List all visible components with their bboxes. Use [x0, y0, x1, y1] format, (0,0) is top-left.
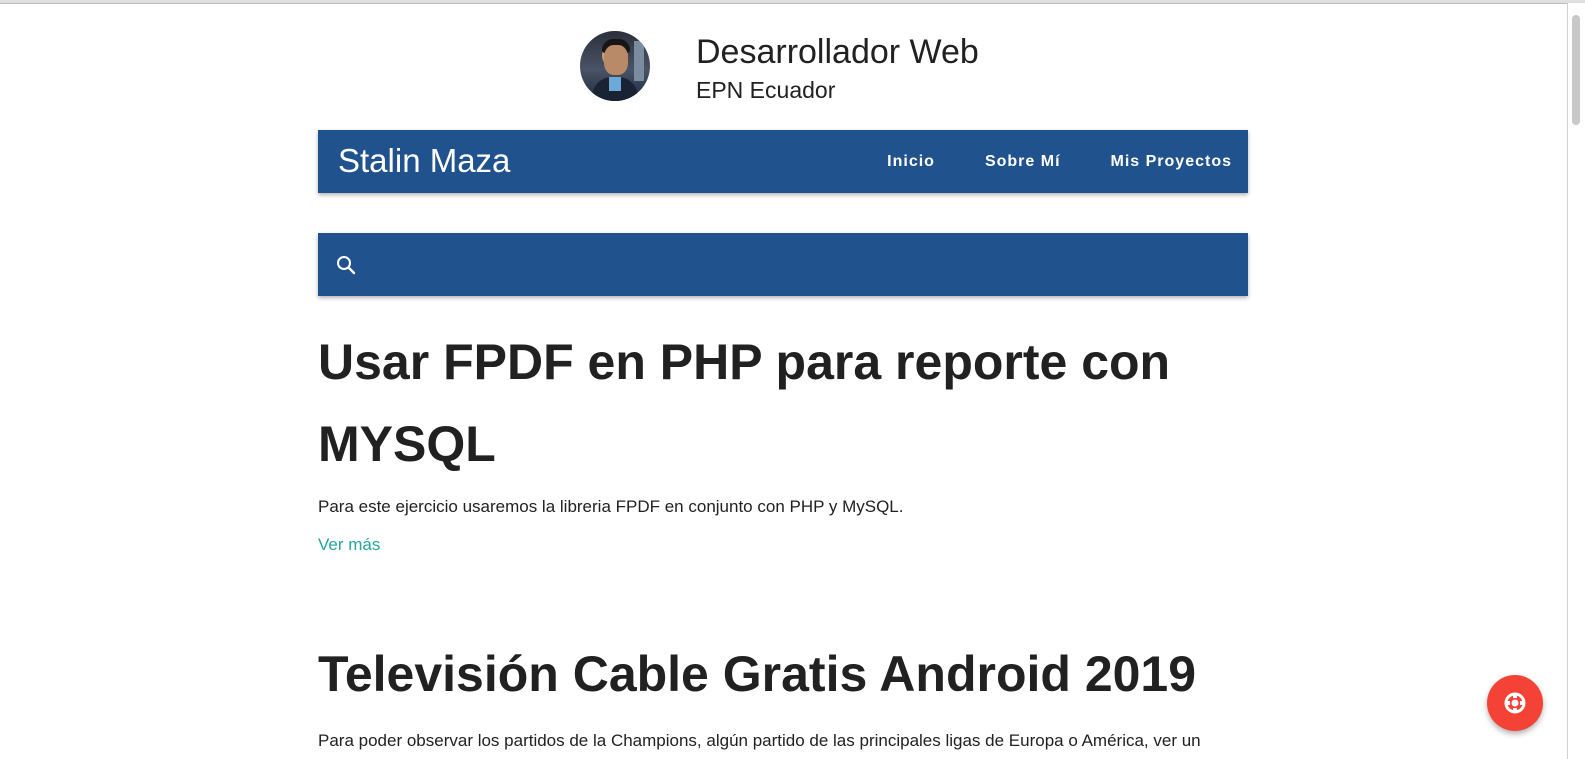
- nav-link-inicio[interactable]: Inicio: [887, 153, 951, 171]
- post-card: Televisión Cable Gratis Android 2019 Par…: [318, 633, 1248, 751]
- search-bar: [318, 233, 1248, 296]
- post-title[interactable]: Televisión Cable Gratis Android 2019: [318, 633, 1248, 715]
- lifebuoy-icon: [1504, 692, 1526, 714]
- nav-link-mis-proyectos[interactable]: Mis Proyectos: [1077, 153, 1248, 171]
- search-input[interactable]: [374, 245, 1228, 285]
- nav-link-sobre-mi[interactable]: Sobre Mí: [951, 153, 1077, 171]
- brand-logo-link[interactable]: Stalin Maza: [338, 142, 510, 180]
- post-title[interactable]: Usar FPDF en PHP para reporte con MYSQL: [318, 321, 1248, 485]
- nav-links: Inicio Sobre Mí Mis Proyectos: [887, 130, 1248, 193]
- window-top-border: [0, 0, 1585, 4]
- avatar: [580, 31, 650, 101]
- search-icon[interactable]: [334, 253, 358, 277]
- post-card: Usar FPDF en PHP para reporte con MYSQL …: [318, 321, 1248, 555]
- read-more-link[interactable]: Ver más: [318, 535, 380, 555]
- profile-header: Desarrollador Web EPN Ecuador: [580, 31, 1000, 103]
- post-excerpt: Para poder observar los partidos de la C…: [318, 731, 1201, 750]
- scrollbar[interactable]: [1567, 3, 1585, 759]
- navbar: Stalin Maza Inicio Sobre Mí Mis Proyecto…: [318, 130, 1248, 193]
- floating-action-button[interactable]: [1487, 675, 1543, 731]
- profile-subtitle: EPN Ecuador: [696, 77, 836, 103]
- post-excerpt: Para este ejercicio usaremos la libreria…: [318, 497, 904, 516]
- scrollbar-thumb[interactable]: [1572, 15, 1580, 125]
- profile-title: Desarrollador Web: [696, 33, 979, 71]
